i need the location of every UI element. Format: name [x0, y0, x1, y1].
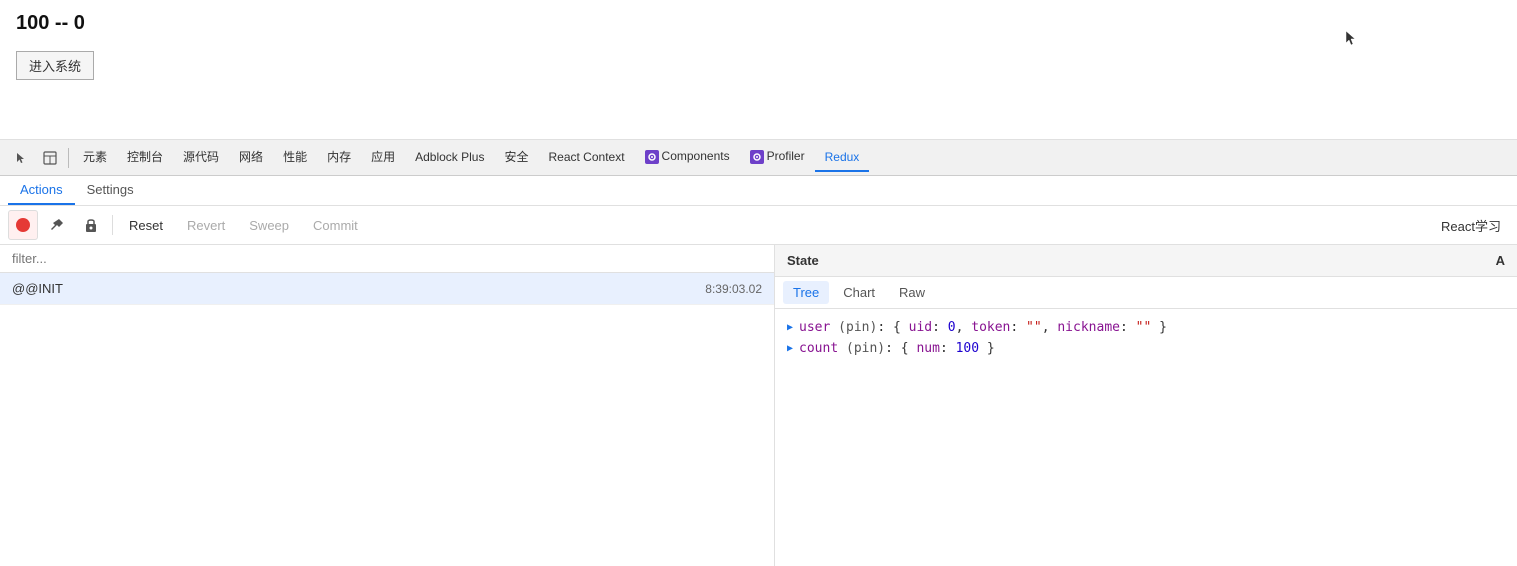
- filter-input[interactable]: [0, 245, 774, 273]
- tab-components[interactable]: Components: [635, 143, 740, 172]
- tab-application[interactable]: 应用: [361, 142, 405, 173]
- tab-react-context[interactable]: React Context: [539, 144, 635, 172]
- tab-console[interactable]: 控制台: [117, 142, 173, 173]
- actions-list: @@INIT 8:39:03.02: [0, 273, 774, 566]
- expand-icon-user[interactable]: ▶: [787, 322, 793, 333]
- state-pin-count: (pin): [838, 341, 885, 356]
- state-key-count: count: [799, 341, 838, 356]
- enter-system-button[interactable]: 进入系统: [16, 51, 94, 80]
- state-tab-tree[interactable]: Tree: [783, 281, 829, 304]
- state-content: ▶ user (pin) : { uid : 0 , token : "" , …: [775, 309, 1517, 566]
- lock-icon: [84, 217, 98, 233]
- state-tab-raw[interactable]: Raw: [889, 281, 935, 304]
- state-token-value: "": [1026, 320, 1042, 335]
- state-nickname-key: nickname: [1057, 320, 1120, 335]
- state-header: State A: [775, 245, 1517, 277]
- lock-button[interactable]: [76, 210, 106, 240]
- pin-button[interactable]: [42, 210, 72, 240]
- devtools-bar: 元素 控制台 源代码 网络 性能 内存 应用 Adblock Plus 安全 R…: [0, 140, 1517, 176]
- left-panel: @@INIT 8:39:03.02: [0, 245, 775, 566]
- tab-profiler[interactable]: Profiler: [740, 143, 815, 172]
- tab-elements[interactable]: 元素: [73, 142, 117, 173]
- state-pin-user: (pin): [830, 320, 877, 335]
- state-num-value: 100: [956, 341, 979, 356]
- redux-toolbar: Reset Revert Sweep Commit React学习: [0, 206, 1517, 245]
- action-time: 8:39:03.02: [705, 282, 762, 296]
- page-title: 100 -- 0: [16, 12, 1501, 35]
- content-area: @@INIT 8:39:03.02 State A Tree Chart Raw…: [0, 245, 1517, 566]
- record-dot: [16, 218, 30, 232]
- redux-tabs: Actions Settings: [0, 176, 1517, 206]
- components-icon: [645, 150, 659, 164]
- profiler-icon: [750, 150, 764, 164]
- tab-sources[interactable]: 源代码: [173, 142, 229, 173]
- state-header-right: A: [1496, 253, 1505, 268]
- panel-icon[interactable]: [36, 144, 64, 172]
- commit-button[interactable]: Commit: [303, 211, 368, 239]
- action-name: @@INIT: [12, 281, 63, 296]
- state-line-user: ▶ user (pin) : { uid : 0 , token : "" , …: [787, 317, 1505, 338]
- tab-network[interactable]: 网络: [229, 142, 273, 173]
- state-key-user: user: [799, 320, 830, 335]
- reset-button[interactable]: Reset: [119, 211, 173, 239]
- toolbar-sep-1: [112, 215, 113, 235]
- instance-label: React学习: [1441, 216, 1509, 235]
- state-line-count: ▶ count (pin) : { num : 100 }: [787, 338, 1505, 359]
- separator-1: [68, 148, 69, 168]
- state-uid-key: uid: [909, 320, 932, 335]
- cursor-tool-icon[interactable]: [8, 144, 36, 172]
- redux-devtools: Actions Settings Reset Revert Sweep Comm…: [0, 176, 1517, 566]
- state-tabs: Tree Chart Raw: [775, 277, 1517, 309]
- record-button[interactable]: [8, 210, 38, 240]
- state-num-key: num: [916, 341, 939, 356]
- tab-redux[interactable]: Redux: [815, 144, 870, 172]
- top-area: 100 -- 0 进入系统: [0, 0, 1517, 140]
- action-item[interactable]: @@INIT 8:39:03.02: [0, 273, 774, 305]
- state-uid-value: 0: [948, 320, 956, 335]
- tab-security[interactable]: 安全: [494, 142, 538, 173]
- expand-icon-count[interactable]: ▶: [787, 343, 793, 354]
- tab-actions[interactable]: Actions: [8, 176, 75, 205]
- state-token-key: token: [971, 320, 1010, 335]
- tab-adblock[interactable]: Adblock Plus: [405, 144, 494, 172]
- state-brace-user: : {: [877, 320, 908, 335]
- right-panel: State A Tree Chart Raw ▶ user (pin) : { …: [775, 245, 1517, 566]
- revert-button[interactable]: Revert: [177, 211, 235, 239]
- state-brace-count: : {: [885, 341, 916, 356]
- state-nickname-value: "": [1136, 320, 1152, 335]
- sweep-button[interactable]: Sweep: [239, 211, 299, 239]
- tab-memory[interactable]: 内存: [317, 142, 361, 173]
- cursor-icon: [1345, 30, 1357, 46]
- state-header-label: State: [787, 253, 819, 268]
- tab-settings[interactable]: Settings: [75, 176, 146, 205]
- state-tab-chart[interactable]: Chart: [833, 281, 885, 304]
- pin-icon: [49, 217, 65, 233]
- tab-performance[interactable]: 性能: [273, 142, 317, 173]
